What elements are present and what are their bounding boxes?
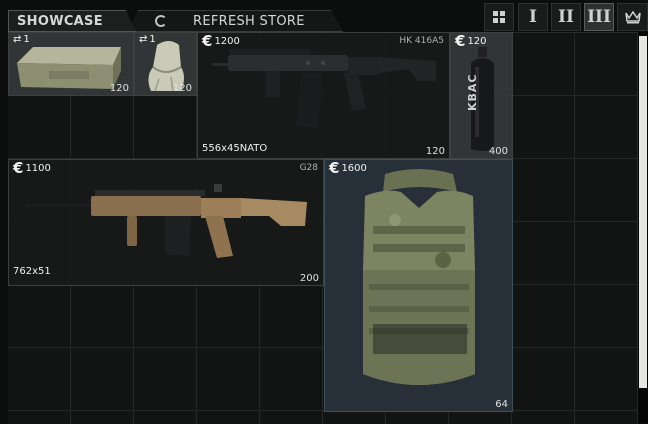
price-tag: €1600	[329, 159, 367, 177]
quantity-label: 120	[425, 146, 445, 157]
rifle-image	[25, 184, 307, 258]
all-tiers-button[interactable]	[484, 3, 514, 31]
item-name: HK 416A5	[399, 36, 444, 46]
kbac-label: KBAC	[466, 73, 479, 112]
swap-icon: ⇄	[139, 34, 148, 45]
caliber-label: 762x51	[13, 266, 51, 277]
rifle-image	[212, 49, 436, 129]
quantity-label: 200	[299, 273, 319, 284]
item-name: G28	[299, 163, 318, 173]
item-g28[interactable]: €1100 G28 762x51 200	[8, 159, 324, 286]
showcase-label: SHOWCASE	[17, 13, 103, 29]
item-hk416a5[interactable]: €1200 HK 416A5 556x45NATO 120	[197, 32, 450, 159]
tier-2-button[interactable]: II	[551, 3, 581, 31]
price-tag: ⇄ 1	[139, 34, 156, 45]
price-tag: €120	[455, 32, 487, 50]
tier-3-button[interactable]: III	[584, 3, 614, 31]
price-value: 1200	[214, 35, 240, 47]
tier-1-button[interactable]: I	[518, 3, 548, 31]
scrollbar-thumb[interactable]	[639, 36, 647, 388]
euro-icon: €	[13, 159, 24, 177]
swap-icon: ⇄	[13, 34, 22, 45]
refresh-store-tab[interactable]: REFRESH STORE	[128, 10, 343, 32]
quantity-label: 400	[488, 146, 508, 157]
price-value: 120	[467, 35, 487, 47]
euro-icon: €	[202, 32, 213, 50]
item-kbac[interactable]: KBAC €120 400	[450, 32, 513, 159]
refresh-icon	[155, 15, 167, 27]
caliber-label: 556x45NATO	[202, 143, 268, 154]
price-tag: €1200	[202, 32, 240, 50]
grid-icon	[493, 11, 505, 23]
quantity-label: 64	[495, 399, 508, 410]
premium-tier-button[interactable]	[617, 3, 648, 31]
showcase-tab[interactable]: SHOWCASE	[8, 10, 136, 32]
item-soap[interactable]: ⇄ 1 120	[8, 32, 134, 96]
item-cloth[interactable]: ⇄ 1 120	[134, 32, 197, 96]
euro-icon: €	[329, 159, 340, 177]
kbac-bottle-image	[471, 47, 494, 151]
price-tag: ⇄ 1	[13, 34, 30, 45]
price-value: 1	[23, 34, 30, 45]
euro-icon: €	[455, 32, 466, 50]
price-value: 1	[149, 34, 156, 45]
quantity-label: 120	[109, 83, 129, 94]
price-value: 1600	[341, 162, 367, 174]
refresh-store-label: REFRESH STORE	[193, 13, 305, 29]
price-tag: €1100	[13, 159, 51, 177]
body-armor-image	[363, 169, 475, 385]
quantity-label: 120	[172, 83, 192, 94]
price-value: 1100	[25, 162, 51, 174]
item-body-armor[interactable]: €1600 64	[324, 159, 513, 412]
crown-icon	[624, 10, 641, 24]
